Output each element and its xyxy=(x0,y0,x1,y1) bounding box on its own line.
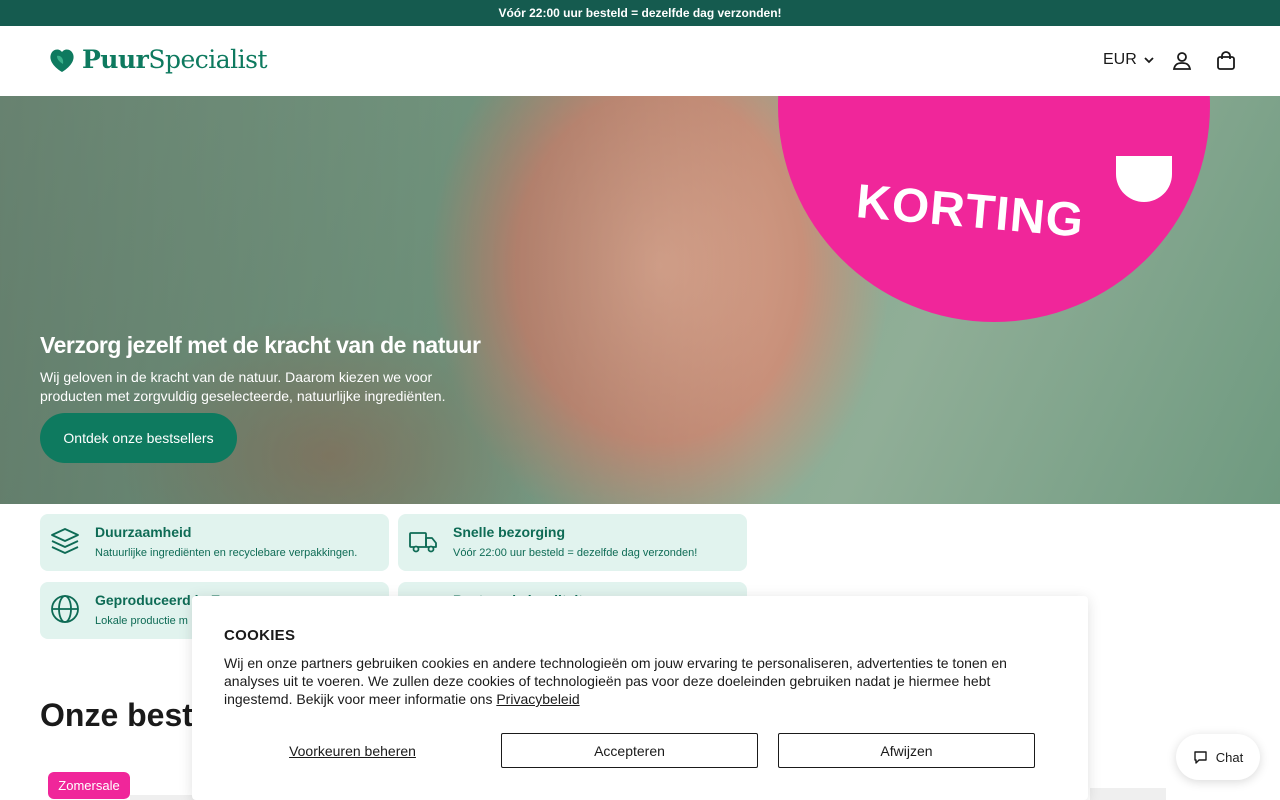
manage-preferences-button[interactable]: Voorkeuren beheren xyxy=(224,734,481,768)
cookie-title: COOKIES xyxy=(224,627,296,644)
truck-icon xyxy=(409,532,437,553)
bestsellers-cta-button[interactable]: Ontdek onze bestsellers xyxy=(40,413,237,463)
hero-banner: KORTING Verzorg jezelf met de kracht van… xyxy=(0,96,1280,504)
chat-bubble-icon xyxy=(1194,750,1207,764)
currency-label: EUR xyxy=(1103,51,1137,68)
chevron-down-icon xyxy=(1144,57,1154,64)
logo-text: PuurSpecialist xyxy=(82,45,268,74)
hero-subtitle: Wij geloven in de kracht van de natuur. … xyxy=(40,369,446,404)
product-card-image xyxy=(1090,788,1166,800)
privacy-policy-link[interactable]: Privacybeleid xyxy=(496,691,579,707)
cookie-consent-dialog: COOKIES Wij en onze partners gebruiken c… xyxy=(192,596,1088,800)
sale-badge: Zomersale xyxy=(48,772,130,799)
leaf-logo-icon xyxy=(50,49,74,72)
usp-description: Lokale productie m xyxy=(95,615,188,627)
layers-icon xyxy=(51,528,79,554)
user-icon[interactable] xyxy=(1171,50,1193,72)
announcement-bar: Vóór 22:00 uur besteld = dezelfde dag ve… xyxy=(0,0,1280,26)
accept-cookies-button[interactable]: Accepteren xyxy=(501,733,758,768)
logo-text-part2: Specialist xyxy=(148,45,268,74)
hero-title: Verzorg jezelf met de kracht van de natu… xyxy=(40,332,481,358)
site-header: PuurSpecialist EUR xyxy=(0,26,1280,96)
logo-text-part1: Puur xyxy=(82,45,149,74)
usp-title: Snelle bezorging xyxy=(453,524,566,540)
globe-icon xyxy=(51,595,79,623)
reject-cookies-button[interactable]: Afwijzen xyxy=(778,733,1035,768)
usp-title: Duurzaamheid xyxy=(95,524,192,540)
usp-card-sustainability: Duurzaamheid Natuurlijke ingrediënten en… xyxy=(40,514,389,571)
announcement-text: Vóór 22:00 uur besteld = dezelfde dag ve… xyxy=(498,6,782,20)
cookie-text: Wij en onze partners gebruiken cookies e… xyxy=(224,655,1007,707)
shopping-bag-icon[interactable] xyxy=(1215,50,1237,72)
usp-card-delivery: Snelle bezorging Vóór 22:00 uur besteld … xyxy=(398,514,747,571)
chat-button[interactable]: Chat xyxy=(1176,734,1260,780)
chat-label: Chat xyxy=(1215,749,1244,765)
usp-description: Vóór 22:00 uur besteld = dezelfde dag ve… xyxy=(453,547,698,559)
bestsellers-heading: Onze best xyxy=(40,697,193,733)
usp-description: Natuurlijke ingrediënten en recyclebare … xyxy=(95,547,358,559)
cookie-description: Wij en onze partners gebruiken cookies e… xyxy=(224,654,1060,708)
currency-selector[interactable]: EUR xyxy=(1103,51,1155,69)
logo[interactable]: PuurSpecialist xyxy=(48,45,268,74)
